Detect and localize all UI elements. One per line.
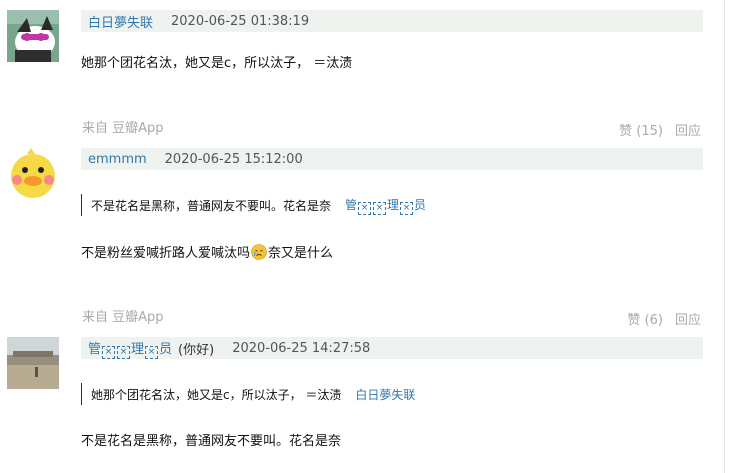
- comment-time: 2020-06-25 14:27:58: [232, 340, 371, 356]
- quoted-text: 她那个团花名汰，她又是c，所以汰子， ＝汰渍: [91, 387, 342, 402]
- author-note: (你好): [178, 342, 215, 358]
- missing-glyph-icon: ×: [145, 345, 159, 359]
- missing-glyph-icon: ×: [117, 345, 131, 359]
- avatar[interactable]: [7, 10, 59, 62]
- missing-glyph-icon: ×: [102, 345, 116, 359]
- comment-author[interactable]: emmmm: [88, 152, 147, 167]
- quoted-text: 不是花名是黑称，普通网友不要叫。花名是奈: [91, 198, 332, 213]
- crying-face-icon: [251, 244, 267, 264]
- missing-glyph-icon: ×: [373, 201, 387, 215]
- comment-content: 不是粉丝爱喊折路人爱喊汰吗 奈又是什么: [81, 242, 333, 264]
- comment-actions: 赞 (6) 回应: [627, 309, 701, 328]
- like-button[interactable]: 赞 (6): [627, 309, 663, 328]
- comment-author[interactable]: 管 × × 理 × 员: [88, 338, 172, 359]
- reply-button[interactable]: 回应: [675, 120, 701, 139]
- like-button[interactable]: 赞 (15): [619, 120, 663, 139]
- comment-author[interactable]: 白日夢失联: [88, 12, 153, 31]
- comment-header: emmmm 2020-06-25 15:12:00: [81, 148, 703, 170]
- avatar[interactable]: [7, 148, 59, 200]
- comment-source: 来自 豆瓣App: [82, 310, 164, 325]
- comment-source: 来自 豆瓣App: [82, 121, 164, 136]
- quoted-author[interactable]: 管 × × 理 × 员: [345, 196, 426, 215]
- avatar[interactable]: [7, 337, 59, 389]
- quoted-author[interactable]: 白日夢失联: [355, 386, 415, 403]
- missing-glyph-icon: ×: [358, 201, 372, 215]
- quoted-reply: 她那个团花名汰，她又是c，所以汰子， ＝汰渍 白日夢失联: [81, 383, 415, 405]
- comment-actions: 赞 (15) 回应: [619, 120, 701, 139]
- quoted-reply: 不是花名是黑称，普通网友不要叫。花名是奈 管 × × 理 × 员: [81, 194, 426, 216]
- reply-button[interactable]: 回应: [675, 309, 701, 328]
- comment-time: 2020-06-25 15:12:00: [164, 151, 303, 167]
- comment-time: 2020-06-25 01:38:19: [171, 13, 310, 29]
- comment-content: 她那个团花名汰，她又是c，所以汰子， ＝汰渍: [81, 56, 353, 71]
- comment-header: 白日夢失联 2020-06-25 01:38:19: [81, 10, 703, 32]
- comment-content: 不是花名是黑称，普通网友不要叫。花名是奈: [81, 434, 342, 449]
- missing-glyph-icon: ×: [400, 201, 414, 215]
- page-divider: [724, 0, 725, 473]
- comment-header: 管 × × 理 × 员 (你好) 2020-06-25 14:27:58: [81, 337, 703, 359]
